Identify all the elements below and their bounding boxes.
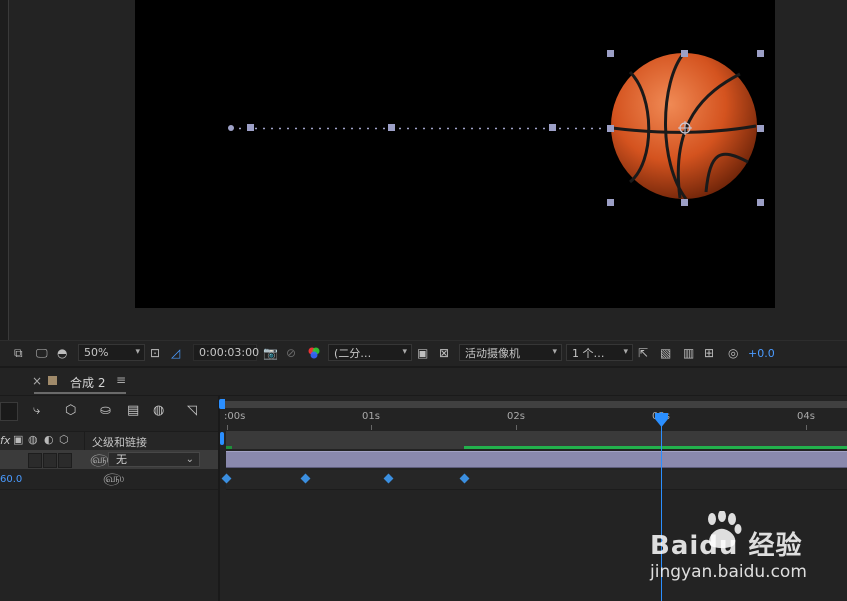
transform-handle-left[interactable] <box>607 125 614 132</box>
adjustment-switch-icon[interactable]: ◐ <box>44 433 54 446</box>
current-time-display[interactable]: 0:00:03:00 <box>193 344 260 361</box>
playhead-handle[interactable] <box>655 413 668 427</box>
tab-label: 合成 2 <box>70 376 106 390</box>
work-area-bar[interactable] <box>222 401 847 408</box>
layer-column-header: fx ▣ ◍ ◐ ⬡ 父级和链接 <box>0 431 218 451</box>
transform-handle-bottom-left[interactable] <box>607 199 614 206</box>
property-value[interactable]: 60.0 <box>0 474 22 485</box>
viewer-toolbar: ⧉ 🖵 ◓ 50% ▾ ⊡ ◿ 0:00:03:00 📷 ⊘ (二分… ▾ ▣ … <box>0 340 847 366</box>
composition-mini-flowchart-icon[interactable]: ⤷ <box>33 403 40 418</box>
views-value: 1 个… <box>572 346 605 360</box>
baidu-watermark: Baidu 经验 jingyan.baidu.com <box>650 511 840 591</box>
snapshot-camera-icon[interactable]: 📷 <box>263 341 278 365</box>
watermark-url: jingyan.baidu.com <box>650 562 807 582</box>
left-panel-edge <box>0 0 9 366</box>
transform-handle-right[interactable] <box>757 125 764 132</box>
transform-handle-bottom-right[interactable] <box>757 199 764 206</box>
graph-editor-icon[interactable]: ◹ <box>187 403 197 418</box>
transform-handle-top[interactable] <box>681 50 688 57</box>
chevron-down-icon: ▾ <box>135 347 140 357</box>
panel-menu-icon[interactable]: ≡ <box>116 373 126 387</box>
parent-layer-select[interactable]: 无 ⌄ <box>108 452 200 467</box>
motion-path-start-point[interactable] <box>228 125 234 131</box>
ruler-tick <box>371 425 372 430</box>
ruler-tick-label: 01s <box>362 411 380 422</box>
switch-checkbox[interactable] <box>43 453 57 468</box>
timecode: 0:00:03:00 <box>199 346 260 359</box>
reset-exposure-icon[interactable]: ◎ <box>728 341 738 365</box>
timeline-panel-icon[interactable]: ▧ <box>660 341 671 365</box>
parent-layer-value: 无 <box>116 453 127 466</box>
composition-flowchart-icon[interactable]: ⊞ <box>704 341 714 365</box>
column-divider <box>84 432 85 450</box>
ruler-tick-label: 04s <box>797 411 815 422</box>
draft-3d-icon[interactable]: ⬡ <box>65 403 76 418</box>
ruler-tick <box>516 425 517 430</box>
ruler-tick-label: :00s <box>224 411 246 422</box>
ruler-tick-label: 02s <box>507 411 525 422</box>
channel-rgb-icon[interactable] <box>307 341 321 365</box>
transform-handle-top-left[interactable] <box>607 50 614 57</box>
camera-select[interactable]: 活动摄像机 ▾ <box>459 344 562 361</box>
zoom-value: 50% <box>84 346 109 359</box>
toggle-pixel-aspect-icon[interactable]: ⇱ <box>638 341 648 365</box>
active-tab-underline <box>34 392 126 394</box>
chevron-down-icon: ▾ <box>623 347 628 357</box>
region-of-interest-icon[interactable]: ⊡ <box>150 341 160 365</box>
watermark-brand: Baidu 经验 <box>650 531 803 561</box>
display-icon[interactable]: 🖵 <box>36 341 48 365</box>
tab-composition[interactable]: × 合成 2 ≡ <box>30 371 130 394</box>
render-cache-indicator <box>464 446 847 449</box>
motion-path-keyframe-handle[interactable] <box>388 124 395 131</box>
transparency-grid-icon[interactable]: ◿ <box>171 341 180 365</box>
fast-previews-icon[interactable]: ▣ <box>417 341 428 365</box>
camera-value: 活动摄像机 <box>465 346 520 360</box>
adjustment-layer-icon[interactable]: ▣ <box>13 433 23 446</box>
exposure-value[interactable]: +0.0 <box>748 341 775 365</box>
zoom-select[interactable]: 50% ▾ <box>78 344 145 361</box>
layer-search-input[interactable] <box>0 402 18 421</box>
timeline-layer-panel <box>0 396 218 601</box>
comp-start-marker[interactable] <box>220 432 224 445</box>
mask-visibility-icon[interactable]: ◓ <box>57 341 67 365</box>
motion-path-keyframe-handle[interactable] <box>549 124 556 131</box>
property-pick-whip-icon[interactable]: ௵ <box>103 471 124 487</box>
toggle-transparency-grid-icon[interactable]: ⊠ <box>439 341 449 365</box>
views-select[interactable]: 1 个… ▾ <box>566 344 633 361</box>
3d-layer-switch-icon[interactable]: ⬡ <box>59 433 69 446</box>
chevron-down-icon: ▾ <box>552 347 557 357</box>
transform-handle-bottom[interactable] <box>681 199 688 206</box>
always-preview-icon[interactable]: ⧉ <box>14 341 23 365</box>
show-snapshot-icon[interactable]: ⊘ <box>286 341 296 365</box>
hide-shy-layers-icon[interactable]: ⛀ <box>100 403 111 418</box>
property-track-row <box>226 470 847 490</box>
resolution-select[interactable]: (二分… ▾ <box>328 344 412 361</box>
render-cache-indicator <box>226 446 232 449</box>
fx-switch-label[interactable]: fx <box>0 434 10 447</box>
transform-handle-top-right[interactable] <box>757 50 764 57</box>
chevron-down-icon: ▾ <box>402 347 407 357</box>
anchor-point-icon[interactable] <box>678 121 692 135</box>
close-icon[interactable]: × <box>32 374 42 388</box>
resolution-value: (二分… <box>334 346 372 360</box>
motion-blur-icon[interactable]: ◍ <box>153 403 164 418</box>
layer-duration-bar[interactable] <box>226 451 847 468</box>
work-area-start-handle[interactable] <box>219 399 225 409</box>
motion-path-keyframe-handle[interactable] <box>247 124 254 131</box>
motion-blur-switch-icon[interactable]: ◍ <box>28 433 38 446</box>
flowchart-icon[interactable]: ▥ <box>683 341 694 365</box>
switch-checkbox[interactable] <box>28 453 42 468</box>
composition-swatch <box>48 376 57 385</box>
parent-link-column-header[interactable]: 父级和链接 <box>92 434 147 450</box>
frame-blending-icon[interactable]: ▤ <box>127 403 139 418</box>
ruler-tick <box>806 425 807 430</box>
switch-checkbox[interactable] <box>58 453 72 468</box>
chevron-down-icon: ⌄ <box>185 454 194 465</box>
ruler-tick <box>227 425 228 430</box>
